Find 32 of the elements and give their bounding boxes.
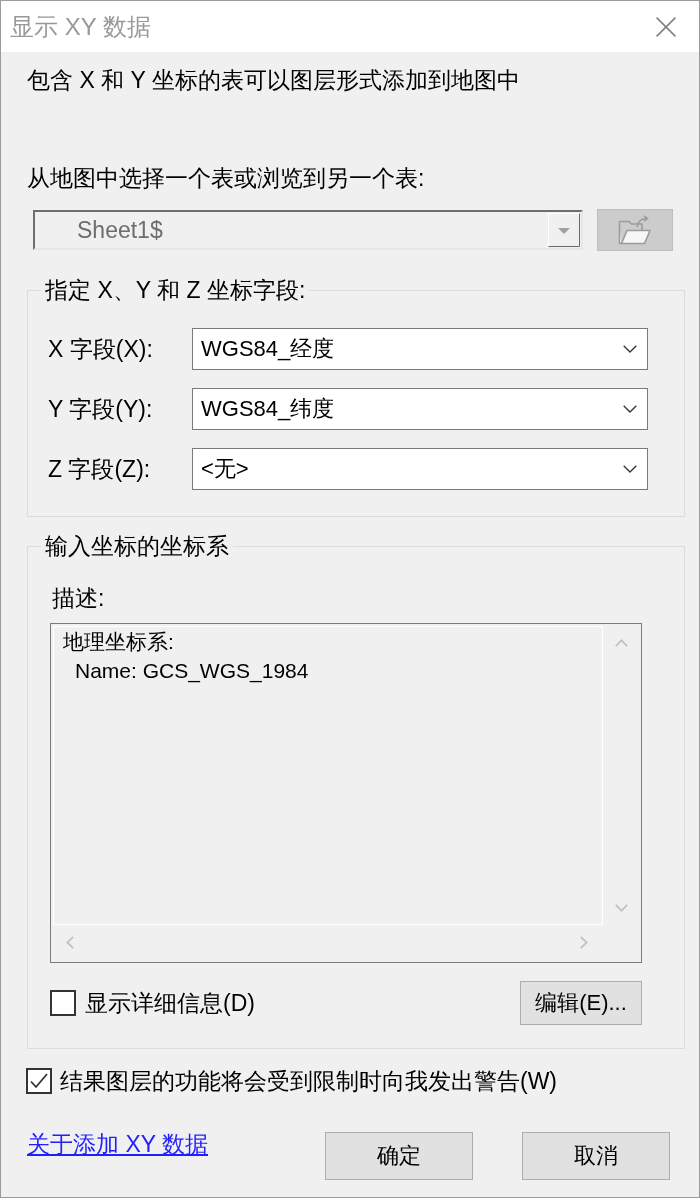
help-link[interactable]: 关于添加 XY 数据 — [27, 1130, 209, 1158]
chevron-right-icon[interactable] — [580, 936, 588, 949]
intro-text: 包含 X 和 Y 坐标的表可以图层形式添加到地图中 — [27, 66, 520, 94]
chevron-down-icon — [623, 465, 637, 473]
field-label: X 字段(X): — [48, 335, 153, 363]
chevron-left-icon[interactable] — [66, 936, 74, 949]
ok-button[interactable]: 确定 — [325, 1132, 473, 1180]
checkbox-label[interactable]: 显示详细信息(D) — [85, 989, 255, 1017]
description-box[interactable]: 地理坐标系: Name: GCS_WGS_1984 — [50, 623, 642, 963]
checkbox[interactable] — [26, 1068, 52, 1094]
chevron-down-icon — [623, 405, 637, 413]
description-line: Name: GCS_WGS_1984 — [75, 658, 309, 685]
cancel-button[interactable]: 取消 — [522, 1132, 670, 1180]
chevron-down-icon[interactable] — [614, 904, 628, 912]
edit-button[interactable]: 编辑(E)... — [520, 981, 642, 1025]
field-dropdown[interactable]: <无> — [192, 448, 648, 490]
close-icon[interactable] — [656, 16, 676, 37]
chevron-up-icon[interactable] — [614, 639, 628, 647]
description-label: 描述: — [52, 585, 105, 611]
field-label: Y 字段(Y): — [48, 395, 153, 423]
checkbox-label[interactable]: 结果图层的功能将会受到限制时向我发出警告(W) — [60, 1067, 558, 1095]
field-label: Z 字段(Z): — [48, 455, 151, 483]
checkbox[interactable] — [50, 990, 76, 1016]
group-title: 输入坐标的坐标系 — [44, 532, 230, 560]
group-title: 指定 X、Y 和 Z 坐标字段: — [44, 276, 307, 304]
field-dropdown[interactable]: WGS84_纬度 — [192, 388, 648, 430]
field-dropdown[interactable]: WGS84_经度 — [192, 328, 648, 370]
description-line: 地理坐标系: — [63, 629, 174, 655]
folder-icon — [618, 215, 652, 245]
chevron-down-icon — [623, 345, 637, 353]
table-source-label: 从地图中选择一个表或浏览到另一个表: — [27, 164, 425, 192]
window-title: 显示 XY 数据 — [10, 11, 151, 42]
